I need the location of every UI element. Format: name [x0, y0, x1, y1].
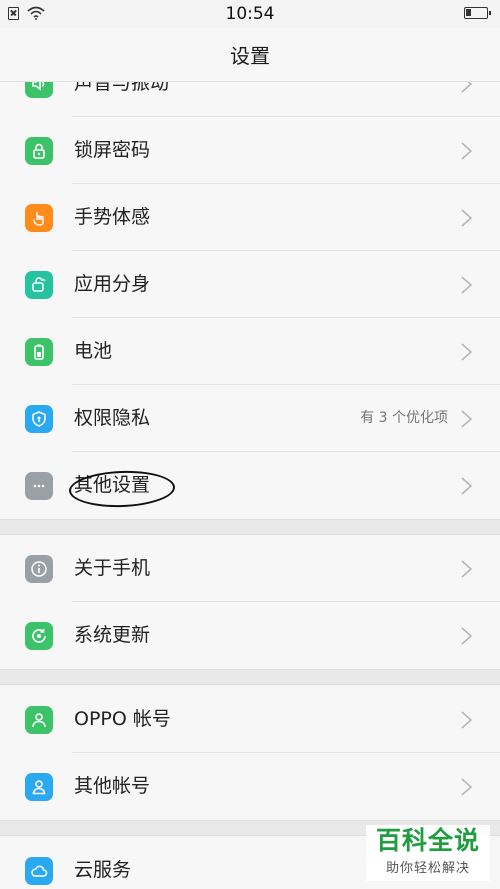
settings-row-gestures[interactable]: 手势体感: [0, 184, 500, 251]
battery-icon: [25, 338, 53, 366]
section-divider: [0, 519, 500, 535]
lock-icon: [25, 137, 53, 165]
settings-row-system-update[interactable]: 系统更新: [0, 602, 500, 669]
settings-row-privacy[interactable]: 权限隐私 有 3 个优化项: [0, 385, 500, 452]
watermark: 百科全说 助你轻松解决: [366, 825, 490, 881]
sim-error-icon: [8, 6, 19, 20]
chevron-right-icon: [461, 410, 472, 428]
chevron-right-icon: [461, 276, 472, 294]
watermark-title: 百科全说: [375, 826, 480, 855]
cloud-icon: [25, 857, 53, 885]
user-icon: [25, 706, 53, 734]
chevron-right-icon: [461, 142, 472, 160]
wifi-icon: [27, 6, 45, 20]
settings-row-lock-screen[interactable]: 锁屏密码: [0, 117, 500, 184]
settings-row-about-phone[interactable]: 关于手机: [0, 535, 500, 602]
user-outline-icon: [25, 773, 53, 801]
chevron-right-icon: [461, 560, 472, 578]
status-bar: 10:54: [0, 0, 500, 28]
settings-row-sound[interactable]: 声音与振动: [0, 82, 500, 117]
settings-row-label: 权限隐私: [74, 407, 151, 429]
speaker-icon: [25, 82, 53, 98]
chevron-right-icon: [461, 778, 472, 796]
more-dots-icon: [25, 472, 53, 500]
settings-row-label: 声音与振动: [74, 82, 170, 94]
settings-row-label: 手势体感: [74, 206, 151, 228]
info-icon: [25, 555, 53, 583]
chevron-right-icon: [461, 627, 472, 645]
battery-low-icon: [464, 7, 491, 19]
section-divider: [0, 669, 500, 685]
watermark-subtitle: 助你轻松解决: [385, 861, 470, 876]
settings-row-label: 其他帐号: [74, 775, 151, 797]
settings-row-other-accounts[interactable]: 其他帐号: [0, 753, 500, 820]
settings-row-oppo-account[interactable]: OPPO 帐号: [0, 686, 500, 753]
update-icon: [25, 622, 53, 650]
chevron-right-icon: [461, 477, 472, 495]
header: 设置: [0, 28, 500, 82]
status-time: 10:54: [225, 4, 275, 24]
settings-row-label: OPPO 帐号: [74, 708, 171, 730]
page-title: 设置: [230, 44, 270, 68]
settings-row-label: 应用分身: [74, 273, 151, 295]
settings-row-label: 关于手机: [74, 557, 151, 579]
settings-row-app-clone[interactable]: 应用分身: [0, 251, 500, 318]
settings-row-battery[interactable]: 电池: [0, 318, 500, 385]
chevron-right-icon: [461, 82, 472, 93]
app-clone-icon: [25, 271, 53, 299]
shield-icon: [25, 405, 53, 433]
settings-row-label: 锁屏密码: [74, 139, 151, 161]
optimization-hint: 有 3 个优化项: [360, 410, 448, 426]
settings-row-label: 系统更新: [74, 624, 151, 646]
hand-gesture-icon: [25, 204, 53, 232]
chevron-right-icon: [461, 343, 472, 361]
settings-row-label: 云服务: [74, 859, 132, 881]
chevron-right-icon: [461, 209, 472, 227]
settings-row-label: 电池: [74, 340, 113, 362]
chevron-right-icon: [461, 711, 472, 729]
